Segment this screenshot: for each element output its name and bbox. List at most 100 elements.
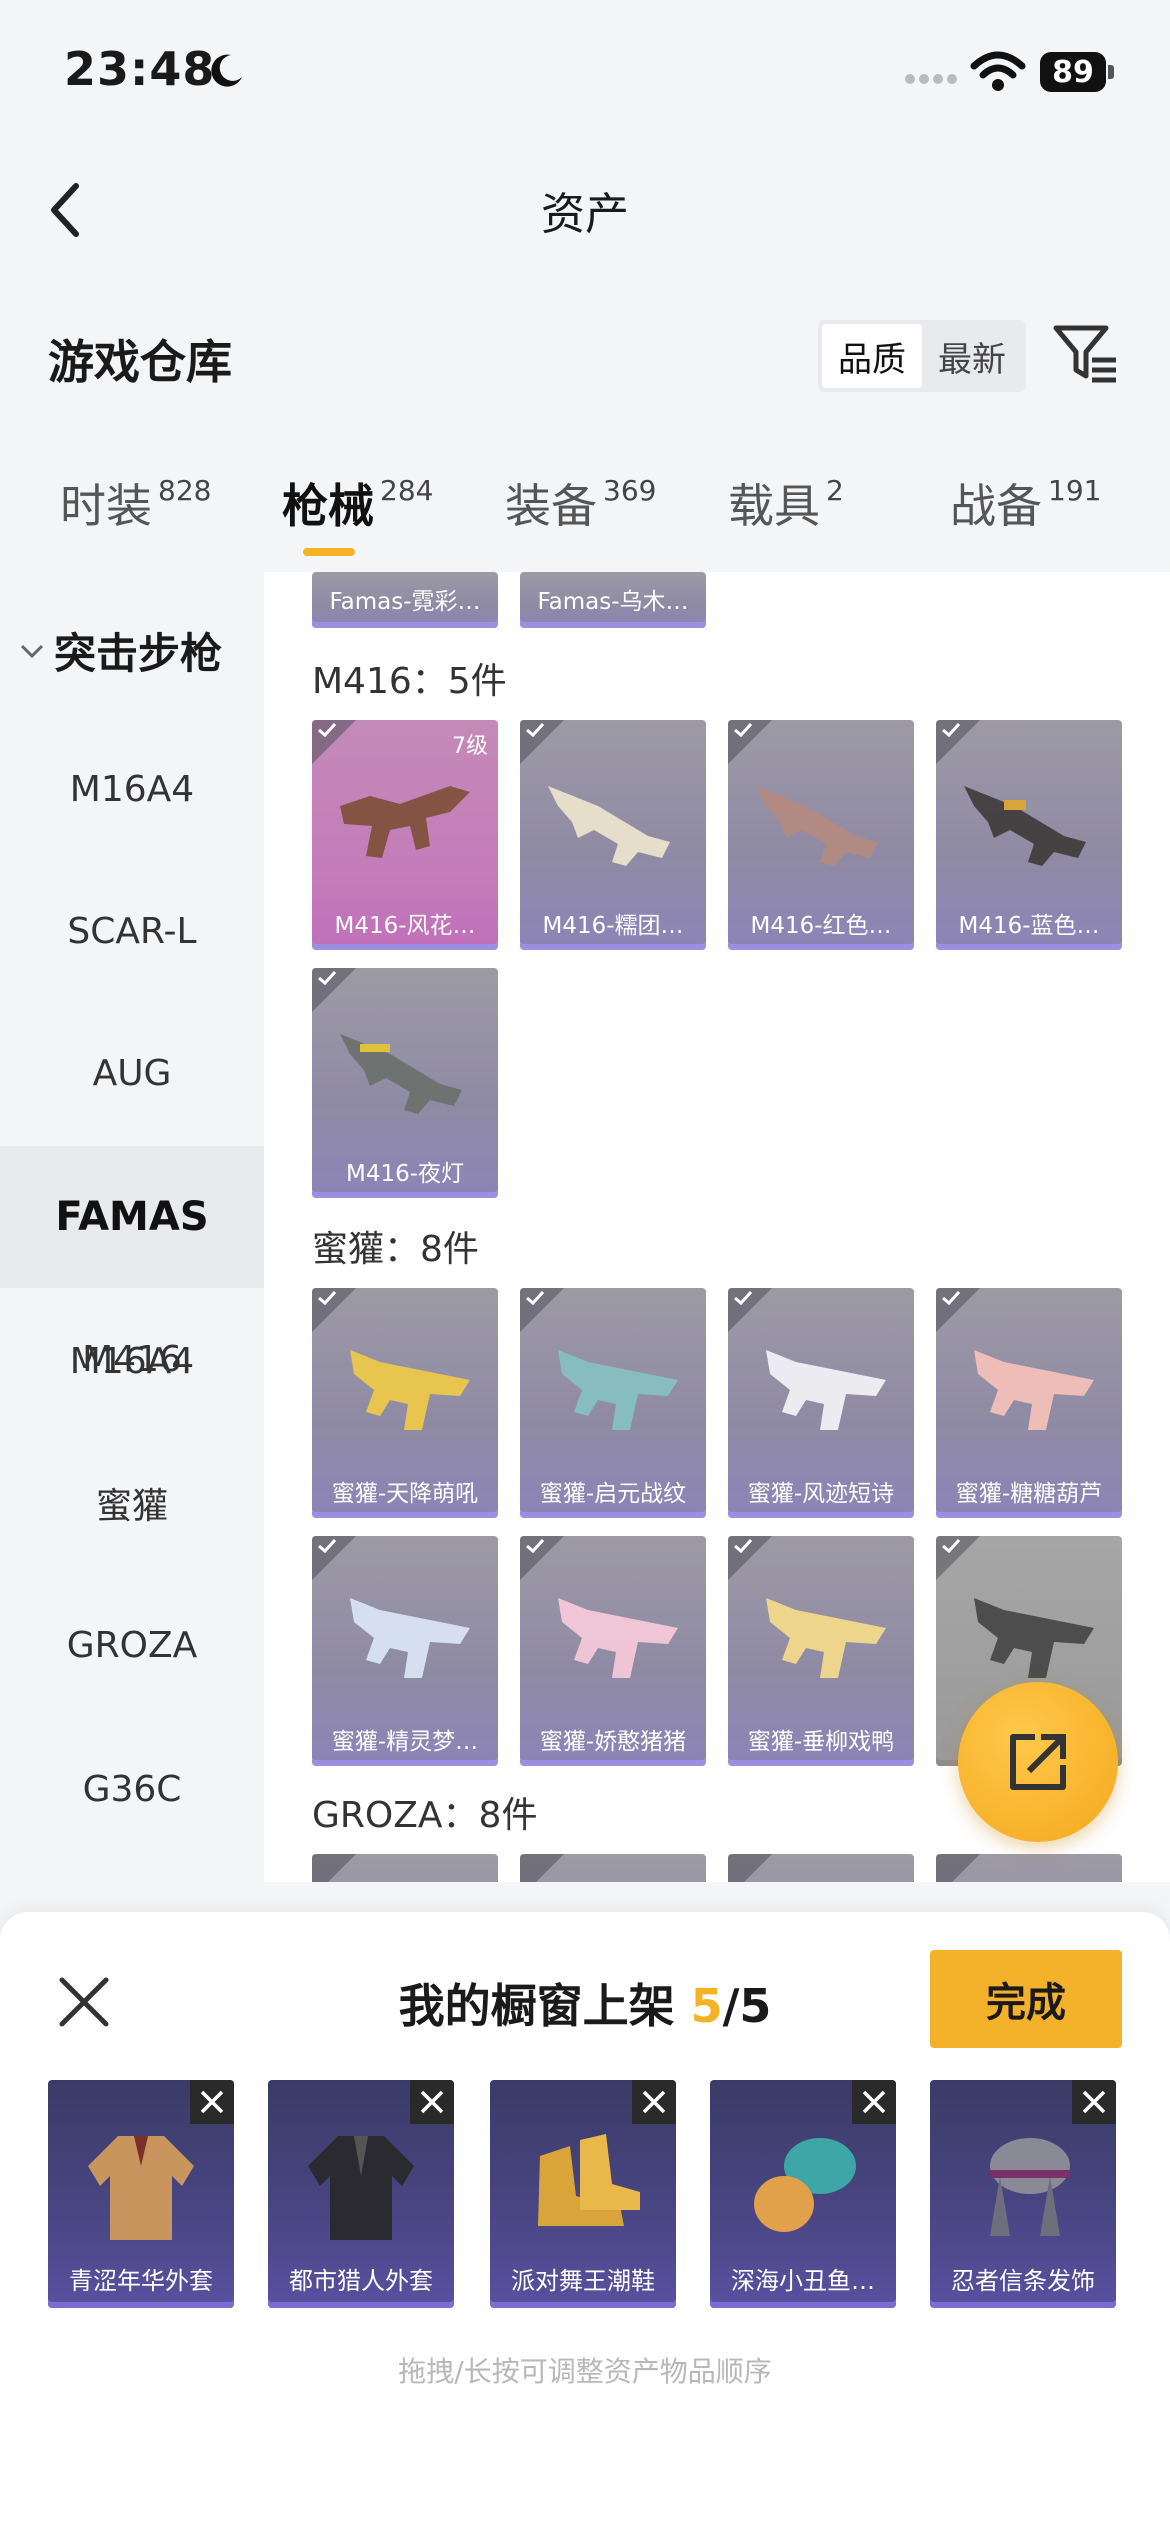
- weapon-name: 蜜獾-娇憨猪猪: [539, 1729, 687, 1755]
- rifle-icon: [340, 1034, 462, 1114]
- showcase-slot[interactable]: 派对舞王潮鞋: [490, 2080, 676, 2308]
- wifi-icon: [970, 51, 1026, 91]
- sidebar-item-g36c[interactable]: G36C: [0, 1718, 264, 1860]
- weapon-name: M416-蓝色…: [958, 913, 1100, 939]
- weapon-card[interactable]: 蜜獾-娇憨猪猪: [520, 1536, 706, 1766]
- weapon-card[interactable]: Famas-乌木…: [520, 572, 706, 628]
- nav-bar: 资产: [0, 150, 1170, 260]
- smg-icon: [558, 1598, 678, 1678]
- tab-supplies[interactable]: 战备 191: [950, 470, 1101, 536]
- smg-icon: [974, 1598, 1094, 1678]
- level-badge: 7级: [452, 734, 488, 759]
- battery-level: 89: [1040, 52, 1106, 92]
- sneakers-icon: [538, 2134, 640, 2226]
- weapon-card[interactable]: 蜜獾-精灵梦…: [312, 1536, 498, 1766]
- weapon-card[interactable]: [520, 1854, 706, 1882]
- check-icon: [734, 1538, 753, 1554]
- item-name: 忍者信条发饰: [951, 2267, 1095, 2295]
- sidebar-item-honey-badger[interactable]: 蜜獾: [0, 1432, 264, 1574]
- sidebar-item-groza[interactable]: GROZA: [0, 1574, 264, 1716]
- smg-icon: [350, 1350, 470, 1430]
- close-icon: [420, 2090, 444, 2114]
- check-icon: [318, 1290, 337, 1306]
- weapon-card[interactable]: M416-蓝色…: [936, 720, 1122, 950]
- weapon-card[interactable]: 蜜獾-风迹短诗: [728, 1288, 914, 1518]
- smg-icon: [766, 1350, 886, 1430]
- weapon-card[interactable]: M416-红色…: [728, 720, 914, 950]
- remove-button[interactable]: [190, 2080, 234, 2124]
- rifle-icon: [548, 786, 670, 866]
- sort-quality-button[interactable]: 品质: [822, 324, 922, 388]
- showcase-slot[interactable]: 深海小丑鱼…: [710, 2080, 896, 2308]
- sidebar-item-scar-l[interactable]: SCAR-L: [0, 860, 264, 1002]
- weapon-card[interactable]: [936, 1854, 1122, 1882]
- share-icon: [1010, 1734, 1066, 1790]
- close-icon: [200, 2090, 224, 2114]
- smg-icon: [350, 1598, 470, 1678]
- weapon-card[interactable]: 蜜獾-启元战纹: [520, 1288, 706, 1518]
- page-title: 资产: [541, 189, 629, 240]
- check-icon: [526, 722, 545, 738]
- check-icon: [734, 722, 753, 738]
- weapon-name: Famas-霓彩…: [329, 589, 481, 615]
- weapon-card[interactable]: M416-夜灯: [312, 968, 498, 1198]
- showcase-slot[interactable]: 忍者信条发饰: [930, 2080, 1116, 2308]
- item-name: 青涩年华外套: [69, 2267, 213, 2295]
- weapon-sidebar-list: M16A4 SCAR-L AUG FAMAS M416 蜜獾 GROZA G36…: [0, 572, 264, 1882]
- done-button[interactable]: 完成: [930, 1950, 1122, 2048]
- showcase-count: 5: [690, 1979, 723, 2033]
- hair-accessory-icon: [990, 2138, 1070, 2236]
- share-button[interactable]: [958, 1682, 1118, 1842]
- weapon-name: 蜜獾-启元战纹: [539, 1481, 687, 1507]
- smg-icon: [974, 1350, 1094, 1430]
- reorder-hint: 拖拽/长按可调整资产物品顺序: [398, 2355, 772, 2388]
- weapon-name: M416-红色…: [750, 913, 892, 939]
- check-icon: [318, 970, 337, 986]
- showcase-slot[interactable]: 青涩年华外套: [48, 2080, 234, 2308]
- section-title: 游戏仓库: [48, 335, 232, 389]
- weapon-card[interactable]: 蜜獾-垂柳戏鸭: [728, 1536, 914, 1766]
- sidebar-item-m16a4[interactable]: M16A4: [0, 718, 264, 860]
- sidebar-item-aug[interactable]: AUG: [0, 1002, 264, 1144]
- remove-button[interactable]: [410, 2080, 454, 2124]
- sidebar-item-m416[interactable]: M416: [0, 1288, 264, 1430]
- weapon-name: M416-夜灯: [345, 1161, 465, 1187]
- weapon-name: M416-糯团…: [542, 913, 684, 939]
- status-bar: 23:48 89: [0, 0, 1170, 140]
- sort-toggle: 品质 最新: [818, 320, 1026, 392]
- smg-icon: [558, 1350, 678, 1430]
- category-tabs: 时装 828 枪械 284 装备 369 载具 2 战备 191: [0, 470, 1170, 570]
- weapon-card[interactable]: 蜜獾-糖糖葫芦: [936, 1288, 1122, 1518]
- filter-icon[interactable]: [1052, 322, 1118, 386]
- item-name: 派对舞王潮鞋: [511, 2267, 655, 2295]
- remove-button[interactable]: [632, 2080, 676, 2124]
- tab-fashion[interactable]: 时装 828: [60, 470, 211, 536]
- weapon-name: 蜜獾-精灵梦…: [331, 1729, 479, 1755]
- remove-button[interactable]: [852, 2080, 896, 2124]
- weapon-name: 蜜獾-天降萌吼: [331, 1481, 479, 1507]
- sort-latest-button[interactable]: 最新: [922, 324, 1022, 388]
- showcase-slot[interactable]: 都市猎人外套: [268, 2080, 454, 2308]
- weapon-name: 蜜獾-糖糖葫芦: [955, 1481, 1103, 1507]
- tab-equipment[interactable]: 装备 369: [505, 470, 656, 536]
- tab-vehicles[interactable]: 载具 2: [728, 470, 844, 536]
- sidebar-item-famas[interactable]: FAMAS: [0, 1146, 264, 1288]
- item-name: 都市猎人外套: [289, 2267, 433, 2295]
- weapon-card[interactable]: Famas-霓彩…: [312, 572, 498, 628]
- weapon-card[interactable]: [312, 1854, 498, 1882]
- tab-guns[interactable]: 枪械 284: [282, 470, 433, 536]
- remove-button[interactable]: [1072, 2080, 1116, 2124]
- weapon-name: Famas-乌木…: [537, 589, 689, 615]
- signal-icon: [905, 74, 957, 84]
- check-icon: [942, 722, 961, 738]
- weapon-card[interactable]: 蜜獾-天降萌吼: [312, 1288, 498, 1518]
- weapon-card[interactable]: [728, 1854, 914, 1882]
- jacket-icon: [308, 2136, 414, 2240]
- check-icon: [526, 1538, 545, 1554]
- weapon-card[interactable]: M416-糯团…: [520, 720, 706, 950]
- item-name: 深海小丑鱼…: [731, 2267, 875, 2295]
- weapon-name: 蜜獾-风迹短诗: [747, 1481, 895, 1507]
- weapon-card[interactable]: 7级 M416-风花…: [312, 720, 498, 950]
- weapon-name: 蜜獾-垂柳戏鸭: [747, 1729, 895, 1755]
- status-time: 23:48: [64, 42, 216, 96]
